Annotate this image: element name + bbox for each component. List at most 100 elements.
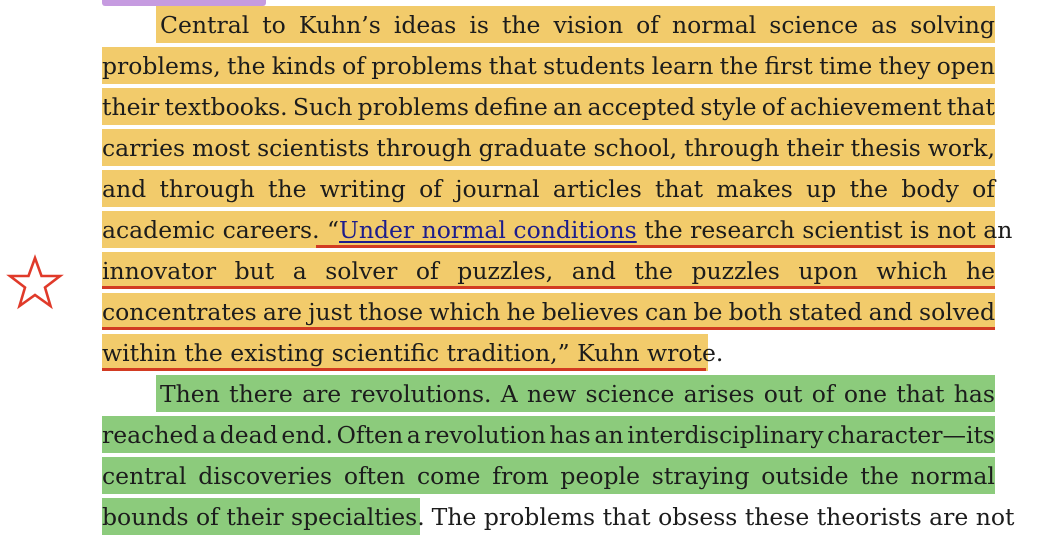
word: which [876,257,948,285]
document-page: Central to Kuhn’s ideas is the vision of normal s… [102,6,1015,539]
justified-text: carries most scientists through graduate scho… [102,133,995,163]
word: style [700,93,757,121]
justified-text: Then there are revolutions. Anew science arise… [102,379,995,409]
word: normal [671,11,757,39]
word: solved [919,298,995,326]
word: they [878,52,931,80]
word: textbooks. [164,93,288,121]
word: the [227,52,266,80]
word: the [268,175,307,203]
red-underline [102,368,706,371]
word: learn [651,52,714,80]
red-underline [102,286,995,289]
word: can [645,298,688,326]
word: he [965,257,995,285]
word: dead [219,421,278,449]
word: problems, [102,52,221,80]
word: ideas [393,11,457,39]
word: that [896,380,945,408]
word: the [501,11,541,39]
word: revolution [424,421,546,449]
word: has [549,421,591,449]
word: body [901,175,959,203]
word: those [358,298,424,326]
word: often [343,462,406,490]
paragraph2-line: Then there are revolutions. Anew science arise… [102,375,995,416]
word: the [849,175,889,203]
word: scientists [257,134,370,162]
word: their [786,134,844,162]
paragraph2-line: reached a dead end. Often a revolution has an int… [102,416,995,457]
word: and [571,257,616,285]
plain-text: The problems that obsess these theorists… [431,503,1015,531]
word: of [342,52,365,80]
word: thesis [850,134,921,162]
word: a [292,257,307,285]
word: an [594,421,624,449]
word: Kuhn’s [298,11,381,39]
paragraph1-line: within the existing scientific tradition… [102,334,995,375]
word: one [843,380,888,408]
word: the [860,462,899,490]
word: science [585,380,675,408]
word: Then [160,380,220,408]
paragraph1-line: academic careers. “ Under normal conditi… [102,211,1012,252]
word: are [262,298,303,326]
word: that [946,93,995,121]
text-span: the research scientist is not an [636,216,1013,244]
word: open [936,52,995,80]
word: but [234,257,275,285]
hyperlink-under-normal-conditions[interactable]: Under normal conditions [339,215,637,245]
word: through [159,175,255,203]
star-outline-icon[interactable] [6,254,64,312]
word: work, [927,134,995,162]
word: most [192,134,251,162]
word: solver [325,257,398,285]
word: a [202,421,217,449]
word: first [764,52,813,80]
word: A [500,380,518,408]
paragraph1-line: and through the writing of journal articles tha… [102,170,995,211]
word: of [415,257,439,285]
text-span: academic careers. “ [102,216,340,244]
word: problems [357,93,469,121]
word: problems [371,52,483,80]
word: through [684,134,780,162]
word: as [871,11,898,39]
paragraph2-line: central discoveries often come from people str… [102,457,995,498]
word: makes [716,175,793,203]
word: of [761,93,785,121]
highlighted-text: bounds of their specialties. [102,503,425,531]
word: articles [552,175,642,203]
word: up [806,175,837,203]
word: both [728,298,783,326]
word: define [474,93,548,121]
word: students [543,52,646,80]
paragraph1-line: innovator but a solver of puzzles, and the puzzl… [102,252,995,293]
red-underline [316,245,995,248]
word: are [302,380,342,408]
word: accepted [587,93,696,121]
word: reached [102,421,199,449]
word: innovator [102,257,217,285]
word: Often [336,421,404,449]
word: he [506,298,536,326]
paragraph1-line: their textbooks. Such problems define an accep… [102,88,995,129]
word: the [634,257,673,285]
word: central [102,462,187,490]
word: people [560,462,640,490]
word: of [811,380,835,408]
justified-text: problems, the kinds of problems that students l… [102,51,995,81]
word: a [406,421,421,449]
word: time [819,52,873,80]
word: of [419,175,442,203]
word: to [262,11,286,39]
word: carries [102,134,186,162]
word: puzzles, [457,257,554,285]
word: that [488,52,537,80]
word: come [416,462,481,490]
word: Central [160,11,250,39]
word: arises [683,380,755,408]
word: has [953,380,995,408]
word: revolutions. [350,380,492,408]
